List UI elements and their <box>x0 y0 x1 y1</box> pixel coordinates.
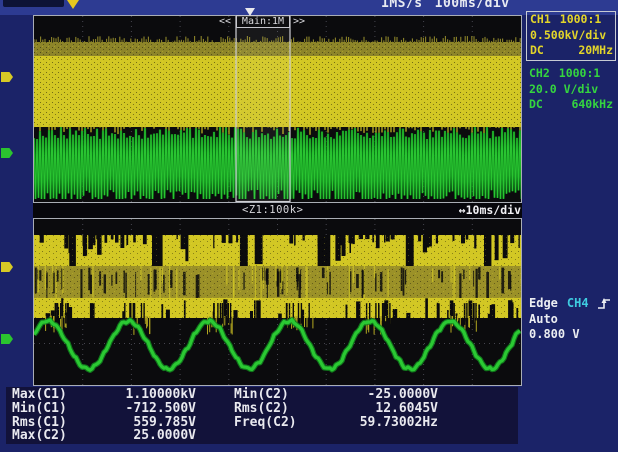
ch1-coupling-line: DC 20MHz <box>530 43 615 59</box>
main-window-right-arrows: >> <box>293 16 305 27</box>
ch2-title-line: CH2 1000:1 <box>529 66 615 82</box>
ch2-scale: 20.0 V/div <box>529 82 598 98</box>
ch1-zoom-position-marker <box>1 262 13 272</box>
oscilloscope-screen: 1MS/s 100ms/div << Main:1M >> <box>0 0 618 452</box>
ch1-probe-ratio: 1000:1 <box>560 12 602 28</box>
ch2-coupling-line: DC 640kHz <box>529 97 615 113</box>
ch1-scale: 0.500kV/div <box>530 28 606 44</box>
trigger-source: CH4 <box>567 296 589 312</box>
trigger-level-marker-icon <box>67 0 79 9</box>
rising-edge-icon <box>597 297 612 310</box>
zoom-timebase: ↔10ms/div <box>459 203 521 217</box>
measurement-row: Freq(C2) 59.73002Hz <box>234 416 438 430</box>
trigger-settings-box: Edge CH4 Auto 0.800 V <box>529 296 612 343</box>
ch2-coupling: DC <box>529 97 543 113</box>
ch1-scale-line: 0.500kV/div <box>530 28 615 44</box>
ch2-zoom-position-marker <box>1 334 13 344</box>
zoom-label-band: <Z1:100k> ↔10ms/div <box>33 203 522 218</box>
measurements-column-1: Max(C1) 1.10000kV Min(C1) -712.500V Rms(… <box>12 388 196 443</box>
ch2-bandwidth: 640kHz <box>571 97 613 113</box>
ch1-position-marker <box>1 72 13 82</box>
trigger-level: 0.800 V <box>529 327 612 343</box>
horizontal-arrow-icon: ↔ <box>459 203 466 217</box>
measurement-row: Rms(C1) 559.785V <box>12 416 196 430</box>
measurement-row: Min(C1) -712.500V <box>12 402 196 416</box>
measurement-row: Min(C2) -25.0000V <box>234 388 438 402</box>
cutoff-header-artifact <box>3 0 64 7</box>
ch1-settings-box: CH1 1000:1 0.500kV/div DC 20MHz <box>526 11 616 61</box>
zoom-window-label: <Z1:100k> <box>242 204 303 216</box>
main-window-name: Main:1M <box>236 15 290 28</box>
ch2-settings-box: CH2 1000:1 20.0 V/div DC 640kHz <box>529 66 615 113</box>
ch2-scale-line: 20.0 V/div <box>529 82 615 98</box>
main-waveform-grid: << Main:1M >> <box>33 15 522 203</box>
main-window-left-arrows: << <box>219 16 231 27</box>
main-timebase: 100ms/div <box>435 0 510 11</box>
zoom-waveform-grid <box>33 218 522 386</box>
zoom-waveform-svg <box>34 219 521 385</box>
trigger-type: Edge <box>529 296 558 312</box>
waveform-display: << Main:1M >> <Z1:100k> ↔10ms/div <box>33 15 522 386</box>
measurement-row: Rms(C2) 12.6045V <box>234 402 438 416</box>
main-window-label: << Main:1M >> <box>34 15 521 29</box>
ch1-bandwidth: 20MHz <box>578 43 613 59</box>
ch2-position-marker <box>1 148 13 158</box>
main-waveform-svg <box>34 16 521 202</box>
measurements-panel: Max(C1) 1.10000kV Min(C1) -712.500V Rms(… <box>6 387 518 444</box>
measurement-row: Max(C1) 1.10000kV <box>12 388 196 402</box>
trigger-mode: Auto <box>529 312 612 328</box>
ch2-name: CH2 <box>529 66 550 82</box>
ch1-coupling: DC <box>530 43 544 59</box>
ch2-probe-ratio: 1000:1 <box>559 66 601 82</box>
trigger-position-marker-icon <box>245 8 255 16</box>
sample-rate: 1MS/s <box>381 0 423 11</box>
measurement-row: Max(C2) 25.0000V <box>12 429 196 443</box>
ch1-title-line: CH1 1000:1 <box>530 12 615 28</box>
trigger-type-line: Edge CH4 <box>529 296 612 312</box>
measurements-column-2: Min(C2) -25.0000V Rms(C2) 12.6045V Freq(… <box>234 388 438 429</box>
acquisition-readout: 1MS/s 100ms/div <box>381 0 510 11</box>
ch1-name: CH1 <box>530 12 551 28</box>
